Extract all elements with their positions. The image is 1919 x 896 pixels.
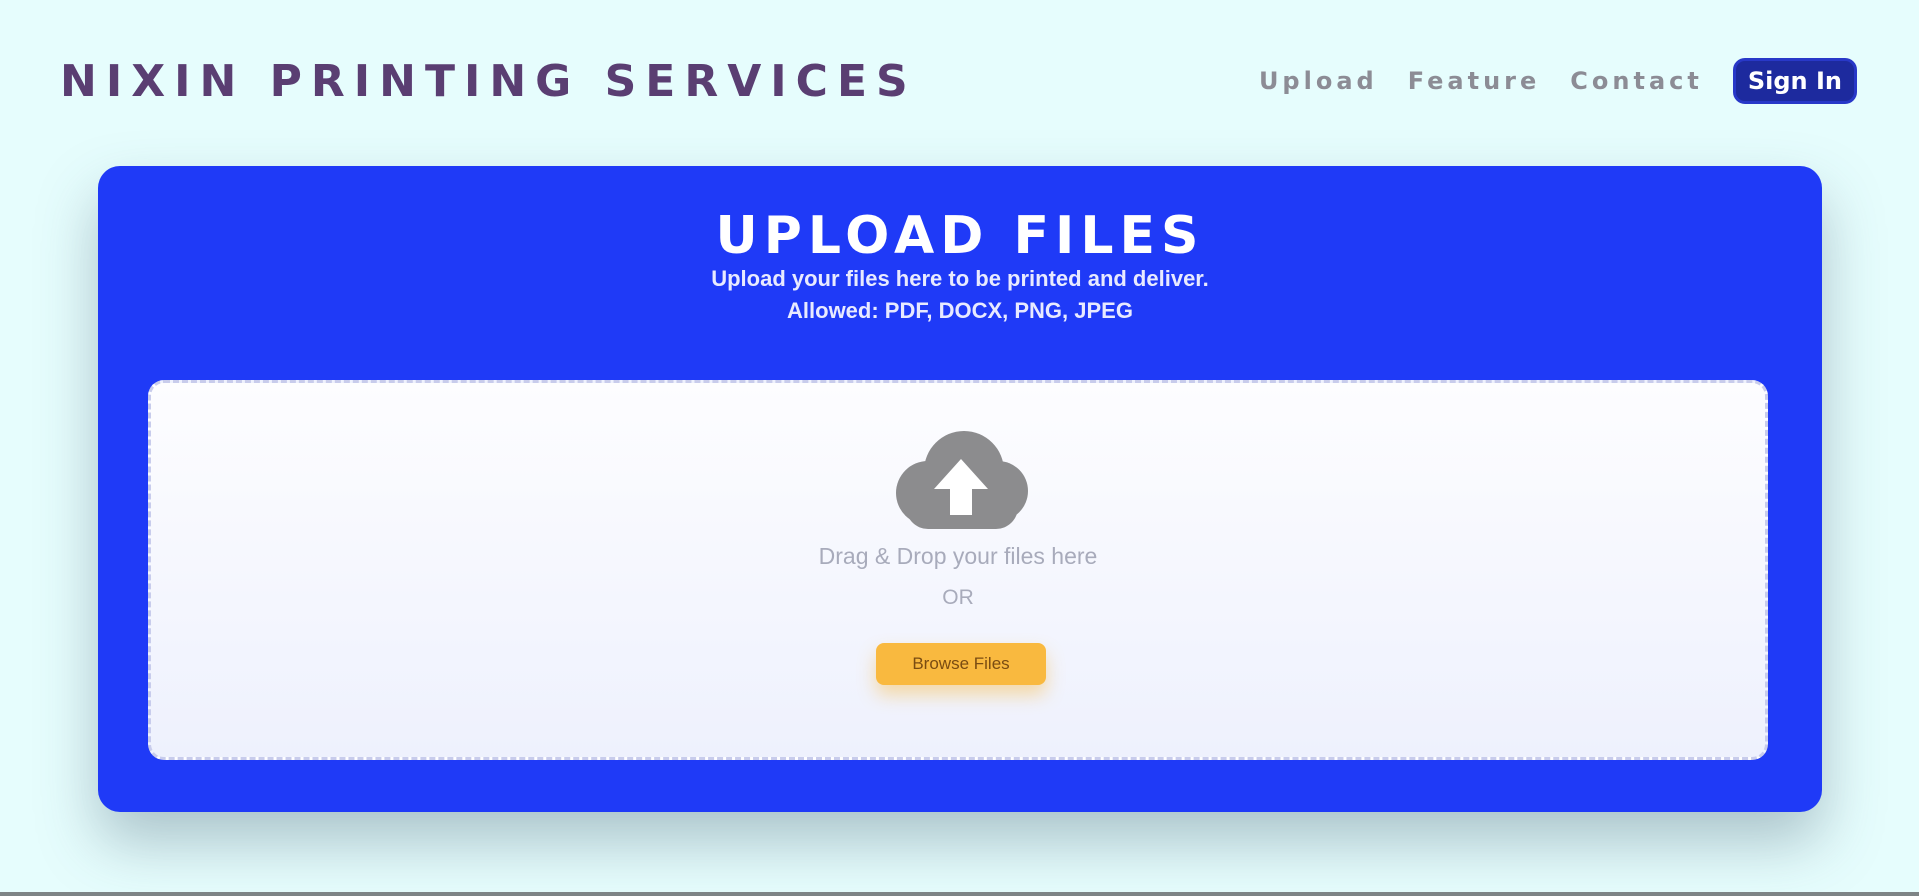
page: NIXIN PRINTING SERVICES Upload Feature C…: [0, 0, 1919, 896]
bottom-border: [0, 892, 1919, 896]
brand-logo-text[interactable]: NIXIN PRINTING SERVICES: [60, 56, 917, 107]
upload-title: UPLOAD FILES: [715, 206, 1205, 266]
browse-files-button[interactable]: Browse Files: [876, 643, 1046, 685]
drag-drop-text: Drag & Drop your files here: [818, 543, 1098, 569]
top-nav: Upload Feature Contact Sign In: [1259, 58, 1857, 104]
upload-card: UPLOAD FILES Upload your files here to b…: [98, 166, 1822, 812]
site-header: NIXIN PRINTING SERVICES Upload Feature C…: [0, 0, 1919, 165]
file-dropzone[interactable]: Drag & Drop your files here OR Browse Fi…: [148, 380, 1768, 760]
sign-in-button[interactable]: Sign In: [1732, 58, 1857, 104]
nav-link-feature[interactable]: Feature: [1408, 67, 1541, 95]
nav-link-contact[interactable]: Contact: [1570, 67, 1703, 95]
or-separator: OR: [942, 586, 974, 609]
upload-subtitle-description: Upload your files here to be printed and…: [711, 266, 1209, 291]
nav-link-upload[interactable]: Upload: [1259, 67, 1378, 95]
cloud-upload-icon: [896, 431, 1028, 529]
upload-allowed-types: Allowed: PDF, DOCX, PNG, JPEG: [787, 298, 1133, 323]
